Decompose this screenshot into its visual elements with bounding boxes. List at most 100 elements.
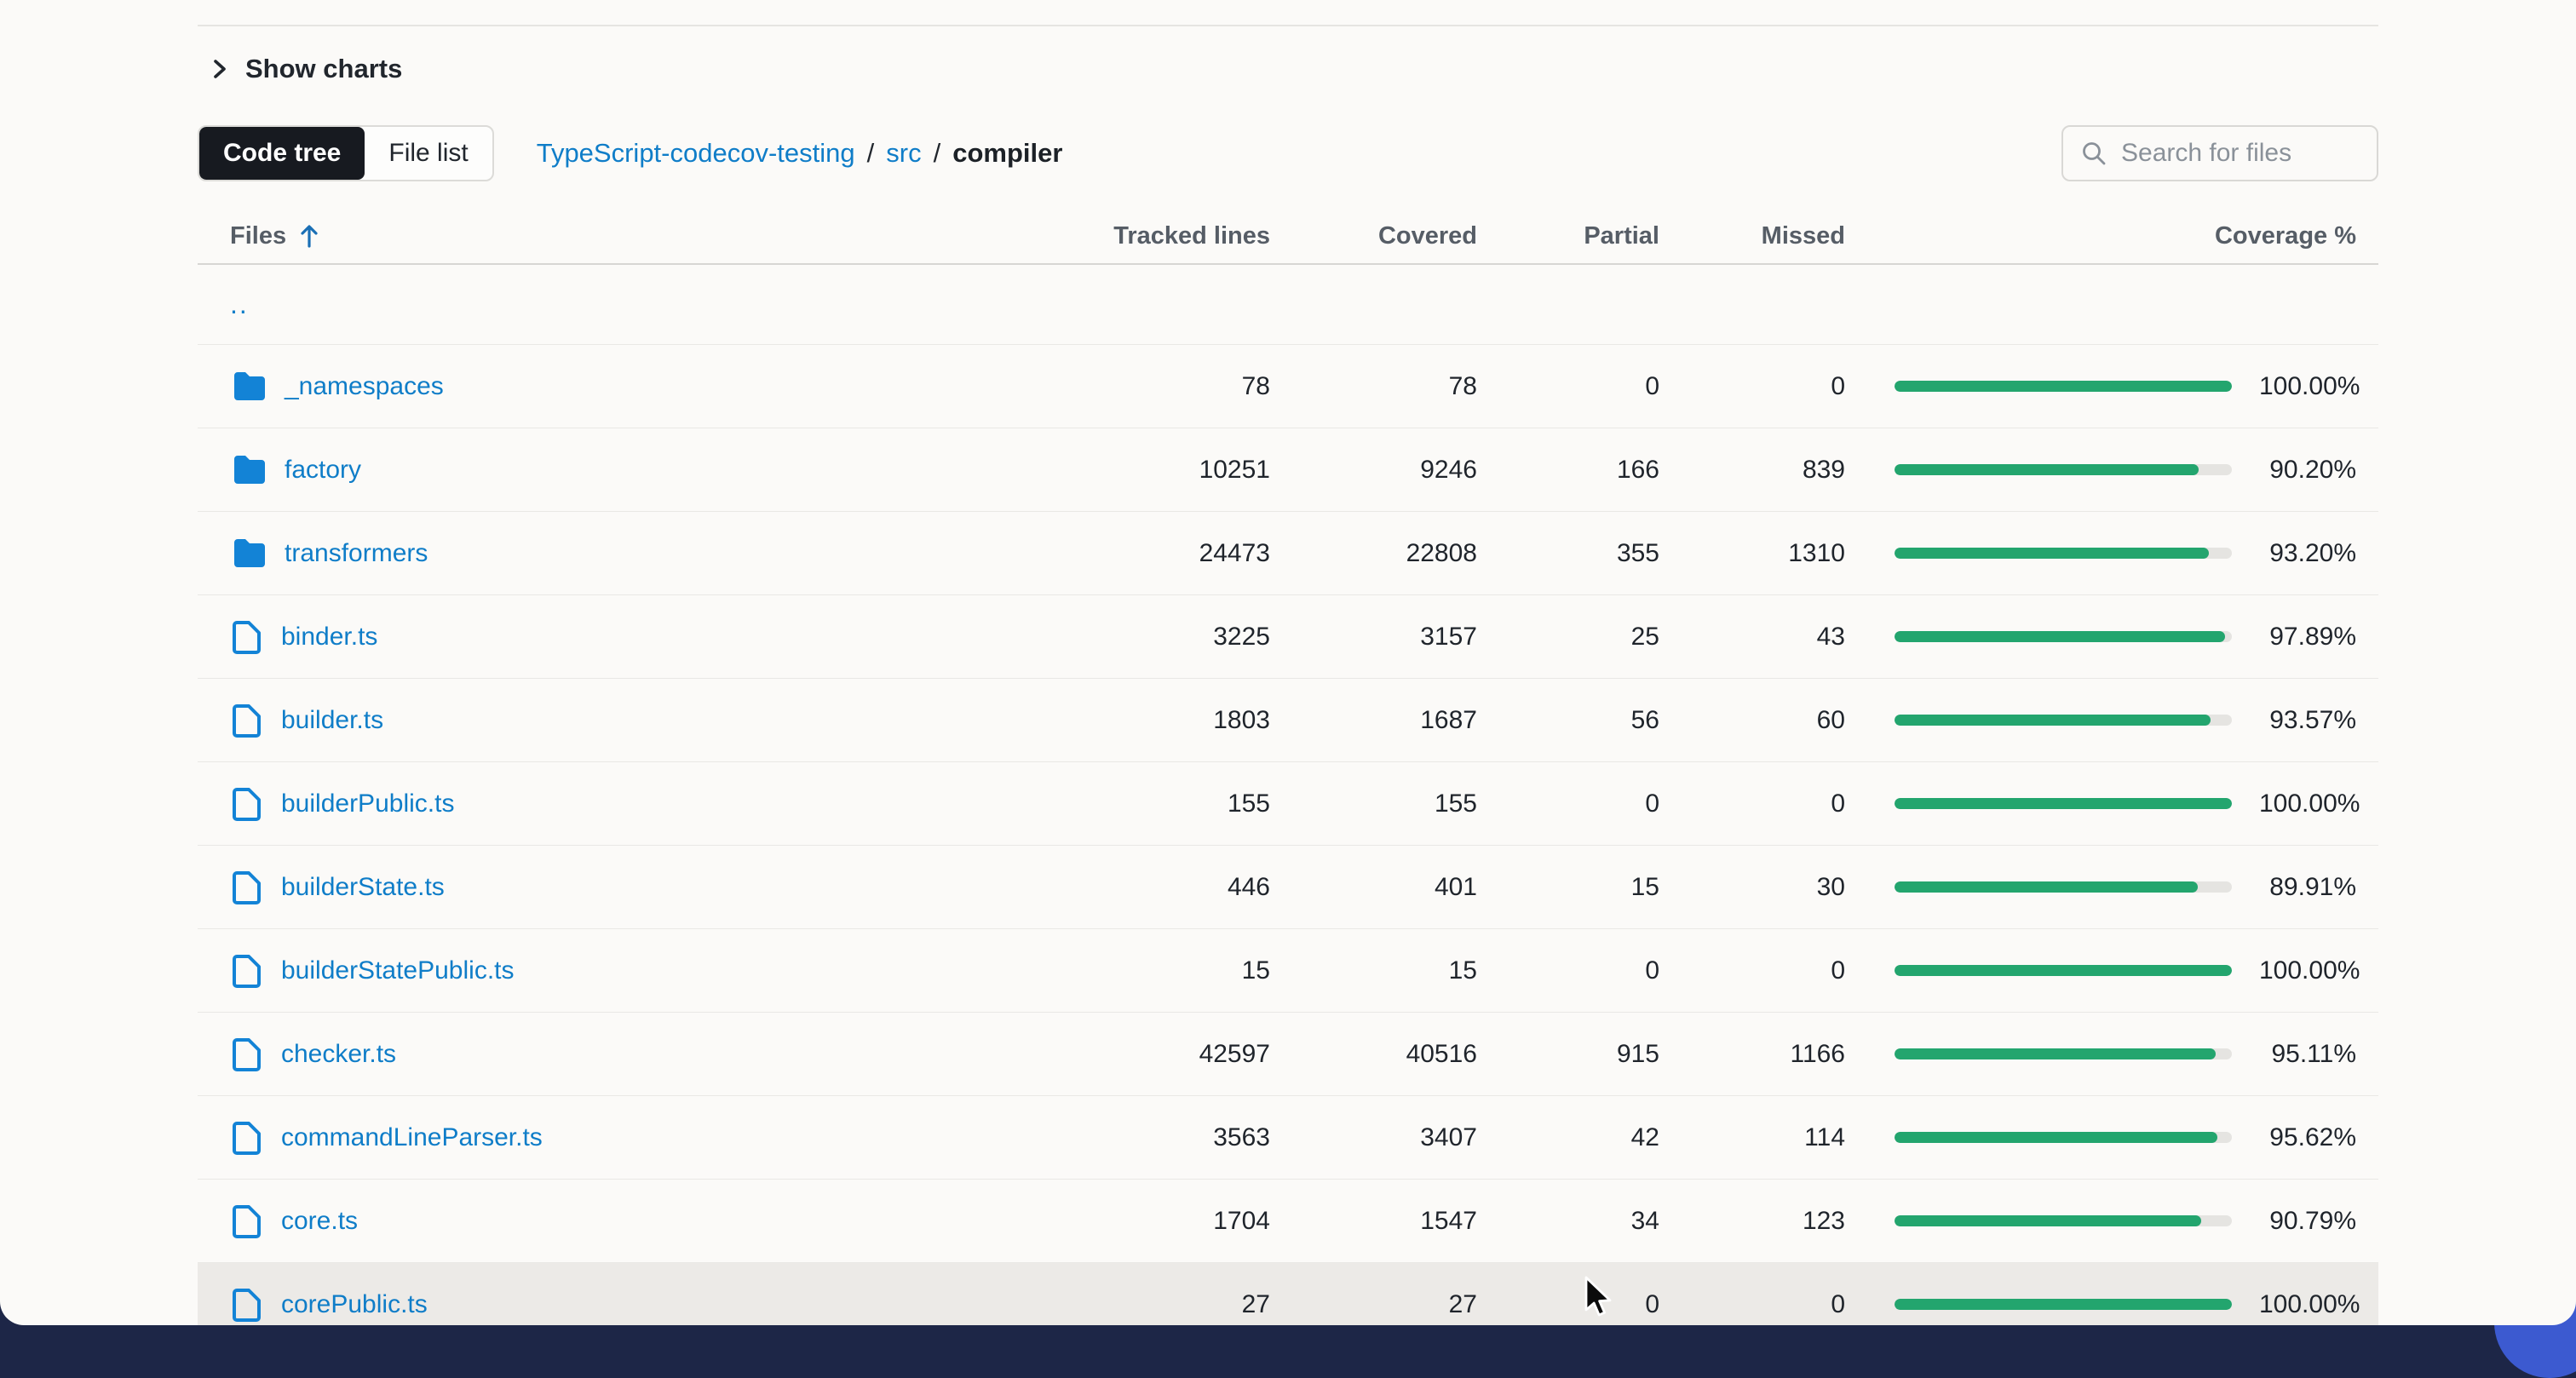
file-name-link[interactable]: builderPublic.ts [281, 789, 454, 818]
covered-column-header[interactable]: Covered [1270, 222, 1477, 250]
tracked-lines-cell: 3225 [1009, 623, 1270, 652]
partial-cell: 0 [1477, 1290, 1659, 1319]
show-charts-toggle[interactable]: Show charts [210, 54, 402, 84]
covered-cell: 3407 [1270, 1123, 1477, 1152]
partial-cell: 0 [1477, 789, 1659, 818]
file-name-link[interactable]: core.ts [281, 1207, 358, 1236]
table-row[interactable]: factory 10251 9246 166 839 90.20% [198, 428, 2378, 512]
table-row[interactable]: transformers 24473 22808 355 1310 93.20% [198, 512, 2378, 595]
breadcrumb-separator: / [867, 138, 875, 169]
partial-cell: 56 [1477, 706, 1659, 735]
breadcrumb-src-link[interactable]: src [886, 138, 921, 169]
missed-cell: 30 [1659, 873, 1845, 902]
table-row[interactable]: core.ts 1704 1547 34 123 90.79% [198, 1180, 2378, 1263]
missed-cell: 0 [1659, 789, 1845, 818]
files-column-header[interactable]: Files [198, 222, 320, 250]
partial-cell: 0 [1477, 372, 1659, 401]
sort-ascending-arrow-icon [298, 222, 320, 250]
file-name-link[interactable]: factory [285, 456, 361, 485]
file-icon [230, 784, 266, 824]
file-name-link[interactable]: commandLineParser.ts [281, 1123, 543, 1152]
table-row[interactable]: corePublic.ts 27 27 0 0 100.00% [198, 1263, 2378, 1325]
file-name-link[interactable]: builderState.ts [281, 873, 445, 902]
coverage-percent-cell: 90.20% [2259, 456, 2378, 485]
tracked-lines-cell: 78 [1009, 372, 1270, 401]
coverage-bar-fill [1895, 464, 2199, 475]
tracked-lines-column-header[interactable]: Tracked lines [1009, 222, 1270, 250]
file-table: Files Tracked lines Covered Partial Miss… [198, 209, 2378, 1325]
chevron-right-icon [210, 56, 230, 82]
file-icon [230, 701, 266, 740]
file-name-link[interactable]: checker.ts [281, 1040, 396, 1069]
file-list-toggle-button[interactable]: File list [365, 127, 492, 180]
coverage-bar-track [1895, 464, 2232, 475]
table-row[interactable]: builderState.ts 446 401 15 30 89.91% [198, 846, 2378, 929]
missed-cell: 1310 [1659, 539, 1845, 568]
file-name-link[interactable]: builder.ts [281, 706, 383, 735]
table-row[interactable]: checker.ts 42597 40516 915 1166 95.11% [198, 1013, 2378, 1096]
coverage-percent-cell: 89.91% [2259, 873, 2378, 902]
coverage-bar-track [1895, 548, 2232, 559]
tracked-lines-cell: 15 [1009, 956, 1270, 985]
coverage-bar-track [1895, 1132, 2232, 1143]
code-tree-toggle-button[interactable]: Code tree [199, 127, 365, 180]
coverage-bar-track [1895, 631, 2232, 642]
partial-cell: 34 [1477, 1207, 1659, 1236]
tracked-lines-cell: 42597 [1009, 1040, 1270, 1069]
coverage-bar-track [1895, 715, 2232, 726]
file-name-link[interactable]: binder.ts [281, 623, 377, 652]
file-search-box[interactable] [2061, 125, 2378, 181]
coverage-bar-fill [1895, 381, 2232, 392]
coverage-bar-track [1895, 1048, 2232, 1059]
file-name-link[interactable]: corePublic.ts [281, 1290, 428, 1319]
files-header-label: Files [230, 222, 286, 250]
partial-cell: 355 [1477, 539, 1659, 568]
breadcrumb-separator: / [934, 138, 941, 169]
covered-cell: 1547 [1270, 1207, 1477, 1236]
coverage-percent-cell: 100.00% [2259, 956, 2378, 985]
table-row[interactable]: _namespaces 78 78 0 0 100.00% [198, 345, 2378, 428]
table-row[interactable]: builder.ts 1803 1687 56 60 93.57% [198, 679, 2378, 762]
tracked-lines-cell: 1803 [1009, 706, 1270, 735]
coverage-report-page: Show charts Code tree File list TypeScri… [0, 0, 2576, 1325]
tracked-lines-cell: 10251 [1009, 456, 1270, 485]
covered-cell: 40516 [1270, 1040, 1477, 1069]
table-row[interactable]: builderPublic.ts 155 155 0 0 100.00% [198, 762, 2378, 846]
tracked-lines-cell: 24473 [1009, 539, 1270, 568]
coverage-bar-fill [1895, 548, 2209, 559]
missed-column-header[interactable]: Missed [1659, 222, 1845, 250]
partial-column-header[interactable]: Partial [1477, 222, 1659, 250]
coverage-percent-cell: 93.20% [2259, 539, 2378, 568]
file-name-link[interactable]: builderStatePublic.ts [281, 956, 515, 985]
parent-directory-link[interactable]: .. [230, 289, 249, 320]
partial-cell: 42 [1477, 1123, 1659, 1152]
file-name-link[interactable]: transformers [285, 539, 428, 568]
table-row[interactable]: builderStatePublic.ts 15 15 0 0 100.00% [198, 929, 2378, 1013]
coverage-percent-cell: 90.79% [2259, 1207, 2378, 1236]
search-input[interactable] [2121, 139, 2360, 168]
file-name-link[interactable]: _namespaces [285, 372, 444, 401]
coverage-bar-fill [1895, 881, 2198, 893]
file-icon [230, 1035, 266, 1074]
covered-cell: 401 [1270, 873, 1477, 902]
coverage-percent-cell: 100.00% [2259, 372, 2378, 401]
coverage-column-header[interactable]: Coverage % [1845, 222, 2378, 250]
coverage-bar-fill [1895, 965, 2232, 976]
covered-cell: 3157 [1270, 623, 1477, 652]
table-row[interactable]: binder.ts 3225 3157 25 43 97.89% [198, 595, 2378, 679]
parent-directory-row[interactable]: .. [198, 265, 2378, 345]
covered-cell: 22808 [1270, 539, 1477, 568]
file-icon [230, 951, 266, 990]
coverage-bar-track [1895, 965, 2232, 976]
coverage-bar-track [1895, 381, 2232, 392]
missed-cell: 0 [1659, 956, 1845, 985]
coverage-percent-cell: 97.89% [2259, 623, 2378, 652]
breadcrumb-repo-link[interactable]: TypeScript-codecov-testing [537, 138, 855, 169]
view-toggle-group: Code tree File list [198, 125, 494, 181]
coverage-bar-fill [1895, 1299, 2232, 1310]
file-icon [230, 1285, 266, 1324]
table-row[interactable]: commandLineParser.ts 3563 3407 42 114 95… [198, 1096, 2378, 1180]
coverage-bar-fill [1895, 1048, 2216, 1059]
tracked-lines-cell: 27 [1009, 1290, 1270, 1319]
partial-cell: 0 [1477, 956, 1659, 985]
